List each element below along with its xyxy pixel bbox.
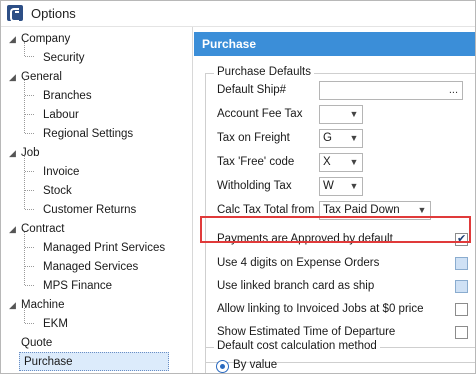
tax-free-code-select[interactable]: X ▼ [319,153,363,172]
highlight-annotation [200,216,471,243]
tree-item-managed-print-services[interactable]: Managed Print Services [43,239,165,258]
tree-connector [25,114,34,115]
show-etd-label: Show Estimated Time of Departure [217,326,396,338]
tree-item-managed-services[interactable]: Managed Services [43,258,138,277]
tree-connector [25,95,34,96]
tree-item-regional-settings[interactable]: Regional Settings [43,125,133,144]
tree-item-purchase[interactable]: Purchase [19,352,169,371]
chevron-down-icon: ▼ [349,109,359,119]
chevron-down-icon: ▼ [349,133,359,143]
expanded-arrow-icon: ◢ [9,224,16,234]
tree-item-company[interactable]: ◢ Company [9,30,70,49]
tree-connector [24,232,25,285]
witholding-tax-select[interactable]: W ▼ [319,177,363,196]
witholding-tax-label: Witholding Tax [217,180,292,192]
tree-item-customer-returns[interactable]: Customer Returns [43,201,136,220]
tax-on-freight-label: Tax on Freight [217,132,290,144]
window-title: Options [31,6,76,21]
expanded-arrow-icon: ◢ [9,72,16,82]
expanded-arrow-icon: ◢ [9,148,16,158]
account-fee-tax-select[interactable]: ▼ [319,105,363,124]
browse-ellipsis-button[interactable]: ... [449,82,458,99]
by-value-radio[interactable] [216,360,229,373]
tree-item-label: Job [21,147,40,159]
cost-calculation-group: Default cost calculation method By value [205,340,475,373]
use-linked-branch-checkbox[interactable] [455,280,468,293]
tree-item-label: Contract [21,223,65,235]
calc-tax-total-label: Calc Tax Total from [217,204,315,216]
title-bar: Options [1,1,475,27]
tree-item-ekm[interactable]: EKM [43,315,68,334]
show-etd-checkbox[interactable] [455,326,468,339]
panel-header: Purchase [194,32,475,56]
tax-on-freight-value: G [323,132,332,144]
tree-connector [25,56,34,57]
tree-item-quote[interactable]: Quote [21,334,52,353]
tree-item-machine[interactable]: ◢ Machine [9,296,64,315]
tree-connector [25,209,34,210]
group-title: Default cost calculation method [214,340,380,352]
tree-connector [25,266,34,267]
tree-item-labour[interactable]: Labour [43,106,79,125]
tree-item-general[interactable]: ◢ General [9,68,62,87]
tree-item-label: Machine [21,299,65,311]
tax-on-freight-select[interactable]: G ▼ [319,129,363,148]
tree-item-job[interactable]: ◢ Job [9,144,40,163]
tree-connector [25,171,34,172]
tax-free-code-value: X [323,156,331,168]
allow-linking-label: Allow linking to Invoiced Jobs at $0 pri… [217,303,424,315]
chevron-down-icon: ▼ [349,157,359,167]
use-4-digits-label: Use 4 digits on Expense Orders [217,257,380,269]
tree-connector [24,156,25,209]
tree-item-contract[interactable]: ◢ Contract [9,220,64,239]
options-tree: ◢ Company Security ◢ General Branches Labo… [1,27,193,373]
expanded-arrow-icon: ◢ [9,34,16,44]
account-fee-tax-label: Account Fee Tax [217,108,303,120]
tree-connector [24,80,25,133]
options-window: Options ◢ Company Security ◢ General Branc… [0,0,476,374]
tree-item-label: Company [21,33,71,45]
app-logo-icon [7,5,23,22]
chevron-down-icon: ▼ [349,181,359,191]
tree-item-mps-finance[interactable]: MPS Finance [43,277,112,296]
tax-free-code-label: Tax 'Free' code [217,156,295,168]
by-value-label: By value [233,359,278,371]
witholding-tax-value: W [323,180,334,192]
tree-item-branches[interactable]: Branches [43,87,92,106]
tree-item-stock[interactable]: Stock [43,182,72,201]
purchase-settings-panel: Purchase Purchase Defaults Default Ship#… [194,27,475,373]
tree-item-invoice[interactable]: Invoice [43,163,79,182]
tree-connector [25,285,34,286]
group-title: Purchase Defaults [214,66,314,78]
calc-tax-total-value: Tax Paid Down [323,204,400,216]
use-linked-branch-label: Use linked branch card as ship [217,280,375,292]
tree-connector [25,190,34,191]
tree-item-label: General [21,71,62,83]
allow-linking-checkbox[interactable] [455,303,468,316]
default-ship-input[interactable]: ... [319,81,463,100]
tree-connector [25,323,34,324]
default-ship-label: Default Ship# [217,84,287,96]
tree-connector [25,133,34,134]
expanded-arrow-icon: ◢ [9,300,16,310]
tree-item-security[interactable]: Security [43,49,85,68]
use-4-digits-checkbox[interactable] [455,257,468,270]
tree-connector [25,247,34,248]
